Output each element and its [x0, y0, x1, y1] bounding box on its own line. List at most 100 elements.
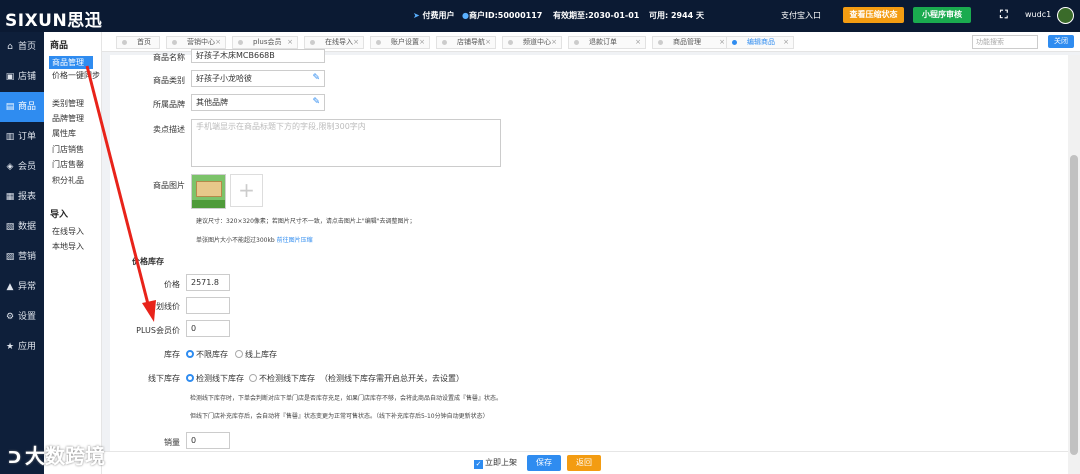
tab-search-input[interactable]: 功能搜索: [972, 35, 1038, 49]
sidebar-item-home[interactable]: ⌂ 首页: [0, 32, 44, 62]
offline-stock-label: 线下库存: [148, 374, 180, 383]
add-image-button[interactable]: +: [230, 174, 263, 207]
stock-online-radio[interactable]: 线上库存: [235, 349, 277, 360]
stock-label: 库存: [164, 350, 180, 359]
sidebar-item-members[interactable]: ◈ 会员: [0, 152, 44, 182]
stock-unlimited-radio[interactable]: 不限库存: [186, 349, 228, 360]
close-icon[interactable]: ×: [419, 37, 425, 48]
watermark: ᑐ 大数跨境: [8, 444, 106, 468]
close-icon[interactable]: ×: [215, 37, 221, 48]
orders-icon: ▥: [5, 132, 15, 142]
tab-dot-icon: [658, 40, 663, 45]
subside-item-price-sync[interactable]: 价格一键同步: [52, 70, 100, 81]
compress-image-link[interactable]: 前往图片压缩: [277, 237, 313, 244]
data-icon: ▧: [5, 222, 15, 232]
plus-price-label: PLUS会员价: [136, 326, 180, 335]
page-scrollbar[interactable]: [1068, 55, 1080, 474]
tab-goods-manage[interactable]: 商品管理 ×: [652, 36, 730, 49]
plus-price-input[interactable]: 0: [186, 320, 230, 337]
sidebar-item-orders[interactable]: ▥ 订单: [0, 122, 44, 152]
tab-online-import[interactable]: 在线导入 ×: [304, 36, 364, 49]
edit-pencil-icon[interactable]: ✎: [312, 95, 320, 110]
sidebar-item-data[interactable]: ▧ 数据: [0, 212, 44, 242]
subside-item-brand[interactable]: 品牌管理: [52, 113, 100, 124]
close-all-tabs-button[interactable]: 关闭: [1048, 35, 1074, 48]
brand-label: 所属品牌: [153, 100, 185, 109]
tab-edit-goods[interactable]: 编辑商品 ×: [726, 36, 794, 49]
merchant-id: ●商户ID:50000117: [462, 11, 543, 20]
close-icon[interactable]: ×: [485, 37, 491, 48]
brand-input[interactable]: 其他品牌 ✎: [191, 94, 325, 111]
price-input[interactable]: 2571.8: [186, 274, 230, 291]
subside-item-store-soldout[interactable]: 门店售罄: [52, 159, 100, 170]
subside-group-import: 导入: [50, 210, 69, 220]
subside-group-goods: 商品: [50, 41, 69, 51]
star-icon: ★: [5, 342, 15, 352]
radio-selected-icon: [186, 374, 194, 382]
subside-item-store-sales[interactable]: 门店销售: [52, 144, 100, 155]
subside-item-local-import[interactable]: 本地导入: [52, 241, 100, 252]
subside-item-attributes[interactable]: 属性库: [52, 128, 100, 139]
top-bar: SIXUN思迅 ➤ 付费用户 ●商户ID:50000117 有效期至:2030-…: [0, 0, 1080, 32]
marketing-icon: ▨: [5, 252, 15, 262]
sidebar-item-exceptions[interactable]: ▲ 异常: [0, 272, 44, 302]
username[interactable]: wudc1: [1025, 10, 1051, 19]
subside-item-category[interactable]: 类别管理: [52, 98, 100, 109]
form-footer: ✓ 立即上架 保存 返回: [102, 451, 1068, 474]
publish-now-checkbox[interactable]: ✓ 立即上架: [474, 457, 517, 469]
tab-account[interactable]: 账户设置 ×: [370, 36, 430, 49]
close-icon[interactable]: ×: [783, 37, 789, 48]
fullscreen-icon[interactable]: ⛶: [1000, 8, 1008, 22]
original-price-input[interactable]: [186, 297, 230, 314]
goods-image-label: 商品图片: [153, 181, 185, 190]
alipay-entry-link[interactable]: 支付宝入口: [781, 10, 821, 21]
close-icon[interactable]: ×: [287, 37, 293, 48]
tab-marketing[interactable]: 营销中心 ×: [166, 36, 226, 49]
goods-name-input[interactable]: 好孩子木床MCB668B: [191, 49, 325, 63]
sidebar-item-marketing[interactable]: ▨ 营销: [0, 242, 44, 272]
close-icon[interactable]: ×: [635, 37, 641, 48]
plus-icon: +: [238, 178, 255, 202]
close-icon[interactable]: ×: [719, 37, 725, 48]
sales-label: 销量: [164, 438, 180, 447]
avatar[interactable]: [1057, 7, 1074, 24]
subside-item-points-gift[interactable]: 积分礼品: [52, 175, 100, 186]
offline-settings-hint[interactable]: （检测线下库存需开启总开关，去设置）: [320, 373, 464, 384]
tab-store-nav[interactable]: 店铺导航 ×: [436, 36, 496, 49]
selling-point-textarea[interactable]: 手机端显示在商品标题下方的字段,限制300字内: [191, 119, 501, 167]
category-label: 商品类别: [153, 76, 185, 85]
tab-dot-icon: [310, 40, 315, 45]
tab-plus[interactable]: plus会员 ×: [232, 36, 298, 49]
tab-refund[interactable]: 退款订单 ×: [568, 36, 646, 49]
offline-nocheck-radio[interactable]: 不检测线下库存: [249, 373, 315, 384]
tab-channel[interactable]: 频道中心 ×: [502, 36, 562, 49]
gear-icon: ⚙: [5, 312, 15, 322]
miniapp-review-button[interactable]: 小程序审核: [913, 7, 971, 23]
sidebar-item-goods[interactable]: ▤ 商品: [0, 92, 44, 122]
goods-image-thumbnail[interactable]: [191, 174, 226, 209]
sidebar-item-settings[interactable]: ⚙ 设置: [0, 302, 44, 332]
user-type-label: ➤ 付费用户: [413, 11, 455, 20]
members-icon: ◈: [6, 162, 14, 172]
sub-sidebar: 商品 商品管理 价格一键同步 类别管理 品牌管理 属性库 门店销售 门店售罄 积…: [44, 32, 102, 474]
info-icon: ●: [462, 11, 469, 20]
scrollbar-thumb[interactable]: [1070, 155, 1078, 455]
view-status-button[interactable]: 查看压缩状态: [843, 7, 904, 23]
radio-icon: [249, 374, 257, 382]
edit-pencil-icon[interactable]: ✎: [312, 71, 320, 86]
subside-item-goods-manage[interactable]: 商品管理: [49, 56, 93, 69]
sidebar-item-reports[interactable]: ▦ 报表: [0, 182, 44, 212]
subside-item-online-import[interactable]: 在线导入: [52, 226, 100, 237]
sidebar-item-apps[interactable]: ★ 应用: [0, 332, 44, 362]
close-icon[interactable]: ×: [353, 37, 359, 48]
store-icon: ▣: [5, 72, 15, 82]
close-icon[interactable]: ×: [551, 37, 557, 48]
save-button[interactable]: 保存: [527, 455, 561, 471]
offline-check-radio[interactable]: 检测线下库存: [186, 373, 244, 384]
back-button[interactable]: 返回: [567, 455, 601, 471]
category-input[interactable]: 好孩子小龙哈彼 ✎: [191, 70, 325, 87]
goods-icon: ▤: [5, 102, 15, 112]
sales-input[interactable]: 0: [186, 432, 230, 449]
sidebar-item-store[interactable]: ▣ 店铺: [0, 62, 44, 92]
tab-home[interactable]: 首页: [116, 36, 160, 49]
